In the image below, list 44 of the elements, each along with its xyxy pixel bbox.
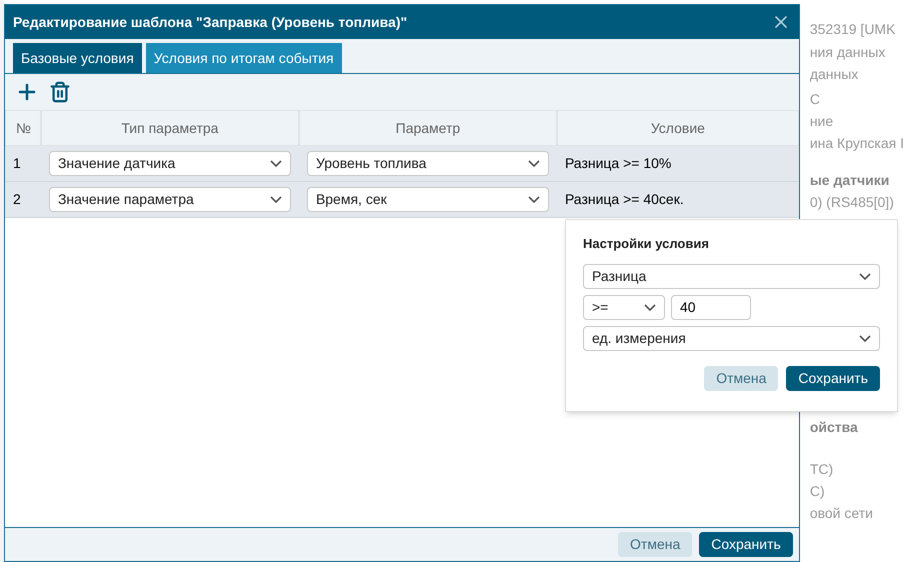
- column-header: Условие: [556, 110, 799, 146]
- background-text: ые датчики: [810, 171, 890, 190]
- chevron-down-icon: [528, 196, 540, 203]
- chevron-down-icon: [270, 196, 282, 203]
- popup-title: Настройки условия: [583, 235, 710, 253]
- chevron-down-icon: [644, 304, 656, 310]
- parameter-type-select[interactable]: Значение датчика: [48, 151, 291, 176]
- column-header: Тип параметра: [40, 110, 299, 146]
- tab[interactable]: Базовые условия: [12, 43, 142, 73]
- chevron-down-icon: [859, 334, 871, 342]
- background-text: ние: [810, 112, 834, 131]
- background-text: ния данных: [810, 43, 886, 62]
- column-header: Параметр: [298, 110, 557, 146]
- cancel-button[interactable]: Отмена: [618, 532, 692, 557]
- condition-cell: Разница >= 10%: [556, 146, 799, 182]
- background-text: 352319 [UMK: [810, 20, 896, 39]
- value-input[interactable]: 40: [671, 294, 751, 320]
- background-text: данных: [810, 65, 860, 84]
- background-text: 0) (RS485[0]): [810, 193, 895, 212]
- row-number: 1: [4, 146, 41, 182]
- parameter-select[interactable]: Время, сек: [306, 187, 549, 212]
- unit-select[interactable]: ед. измерения: [583, 326, 880, 350]
- parameter-select[interactable]: Уровень топлива: [306, 151, 549, 176]
- background-text: ТС): [810, 460, 834, 479]
- tab[interactable]: Условия по итогам события: [146, 43, 342, 73]
- condition-cell: Разница >= 40сек.: [556, 182, 799, 218]
- function-select[interactable]: Разница: [583, 264, 880, 288]
- background-text: С: [810, 90, 821, 109]
- background-text: С): [810, 482, 826, 501]
- parameter-type-select[interactable]: Значение параметра: [48, 187, 291, 212]
- window-title: Редактирование шаблона "Заправка (Уровень топлива)": [12, 12, 408, 32]
- background-text: ойства: [810, 418, 859, 437]
- save-button[interactable]: Сохранить: [786, 366, 880, 390]
- chevron-down-icon: [270, 160, 282, 167]
- background-text: овой сети: [810, 504, 874, 523]
- trash-icon[interactable]: [48, 81, 71, 103]
- chevron-down-icon: [859, 272, 871, 280]
- save-button[interactable]: Сохранить: [699, 532, 793, 557]
- background-text: ина Крупская І: [810, 134, 904, 153]
- row-number: 2: [4, 182, 41, 218]
- chevron-down-icon: [528, 160, 540, 167]
- cancel-button[interactable]: Отмена: [704, 366, 778, 390]
- operator-select[interactable]: >=: [583, 294, 665, 320]
- column-header: №: [4, 110, 41, 146]
